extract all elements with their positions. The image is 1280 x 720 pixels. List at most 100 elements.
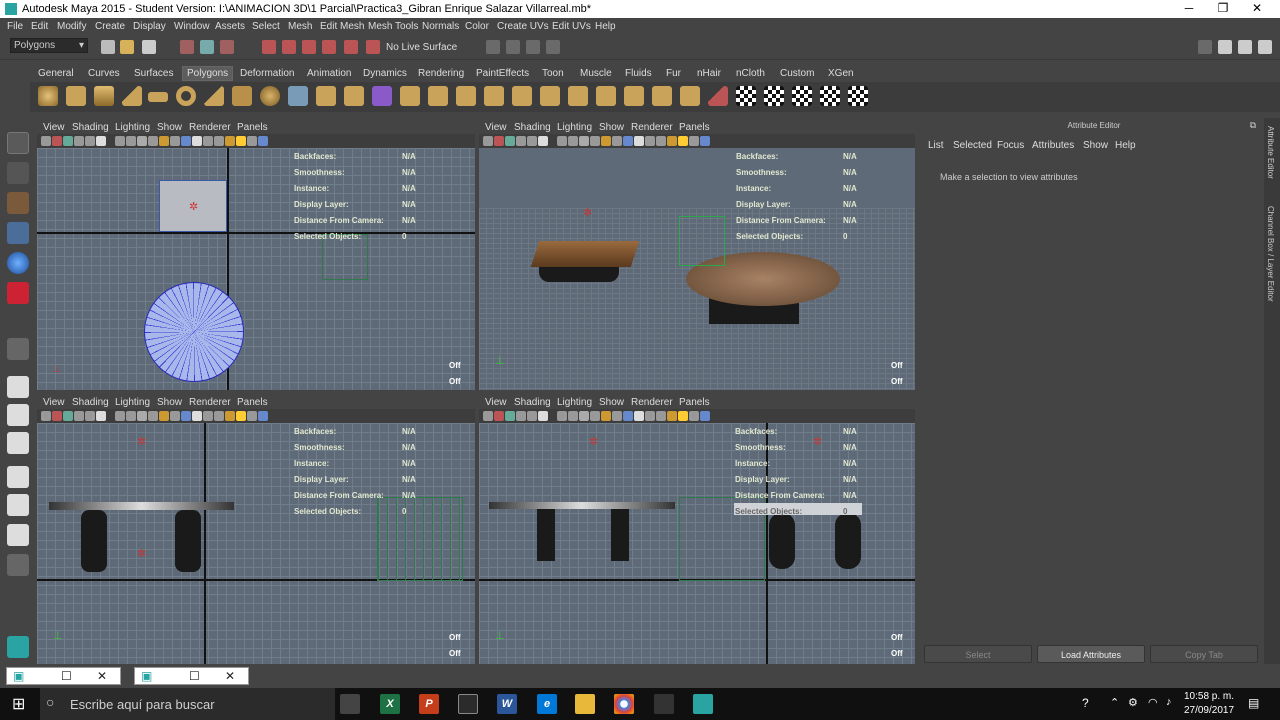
float-panel-icon[interactable]: ⧉ xyxy=(1250,120,1256,131)
menu-assets[interactable]: Assets xyxy=(215,21,245,32)
menu-display[interactable]: Display xyxy=(133,21,166,32)
ipr-render-icon[interactable] xyxy=(526,40,540,54)
viewport-tool-icon[interactable] xyxy=(516,411,526,421)
viewport-tool-icon[interactable] xyxy=(126,411,136,421)
viewport-tool-icon[interactable] xyxy=(63,411,73,421)
viewport-tool-icon[interactable] xyxy=(612,136,622,146)
round-table-leg-right[interactable] xyxy=(835,513,861,569)
bevel-icon[interactable] xyxy=(624,86,644,106)
viewport-tool-icon[interactable] xyxy=(527,136,537,146)
channel-box-toggle-icon[interactable] xyxy=(1258,40,1272,54)
viewport-tool-icon[interactable] xyxy=(623,411,633,421)
poly-soccer-ball-icon[interactable] xyxy=(260,86,280,106)
ae-menu-focus[interactable]: Focus xyxy=(997,140,1024,151)
poly-cone-icon[interactable] xyxy=(122,86,142,106)
layout-list-icon[interactable] xyxy=(7,554,29,576)
volume-icon[interactable]: ♪ xyxy=(1166,696,1172,708)
shelf-tab-curves[interactable]: Curves xyxy=(88,68,120,79)
viewport-tool-icon[interactable] xyxy=(538,411,548,421)
shelf-tab-dynamics[interactable]: Dynamics xyxy=(363,68,407,79)
viewport-tool-icon[interactable] xyxy=(527,411,537,421)
vp-menu-lighting[interactable]: Lighting xyxy=(115,397,150,408)
paint-select-tool-icon[interactable] xyxy=(7,192,29,214)
poly-cube-icon[interactable] xyxy=(66,86,86,106)
viewport-tool-icon[interactable] xyxy=(494,136,504,146)
render-view-icon[interactable] xyxy=(486,40,500,54)
render-current-icon[interactable] xyxy=(506,40,520,54)
viewport-tool-icon[interactable] xyxy=(137,411,147,421)
vp-menu-panels[interactable]: Panels xyxy=(679,397,710,408)
menu-set-selector[interactable]: Polygons ▾ xyxy=(10,38,88,53)
mirror-geometry-icon[interactable] xyxy=(484,86,504,106)
viewport-tool-icon[interactable] xyxy=(601,136,611,146)
viewport-tool-icon[interactable] xyxy=(52,136,62,146)
last-tool-icon[interactable] xyxy=(7,338,29,360)
shelf-tab-animation[interactable]: Animation xyxy=(307,68,351,79)
viewport-tool-icon[interactable] xyxy=(612,411,622,421)
viewport-tool-icon[interactable] xyxy=(601,411,611,421)
menu-mesh[interactable]: Mesh xyxy=(288,21,312,32)
shelf-tab-nhair[interactable]: nHair xyxy=(697,68,721,79)
viewport-tool-icon[interactable] xyxy=(41,136,51,146)
viewport-tool-icon[interactable] xyxy=(247,136,257,146)
viewport-tool-icon[interactable] xyxy=(505,411,515,421)
tray-chevron-icon[interactable]: ⌃ xyxy=(1110,696,1119,709)
extrude-icon[interactable] xyxy=(512,86,532,106)
viewport-tool-icon[interactable] xyxy=(689,136,699,146)
viewport-tool-icon[interactable] xyxy=(700,136,710,146)
automatic-uv-icon[interactable] xyxy=(820,86,840,106)
maya-taskbar-icon[interactable] xyxy=(693,694,713,714)
shelf-tab-surfaces[interactable]: Surfaces xyxy=(134,68,173,79)
tab-channel-box[interactable]: Channel Box / Layer Editor xyxy=(1266,206,1275,302)
viewport-tool-icon[interactable] xyxy=(579,136,589,146)
table-leg-left[interactable] xyxy=(81,510,107,572)
menu-file[interactable]: File xyxy=(7,21,23,32)
ae-menu-help[interactable]: Help xyxy=(1115,140,1136,151)
vp-menu-shading[interactable]: Shading xyxy=(72,122,109,133)
scale-tool-icon[interactable] xyxy=(7,282,29,304)
extract-icon[interactable] xyxy=(344,86,364,106)
viewport-front[interactable]: View Shading Lighting Show Renderer Pane… xyxy=(37,395,475,664)
outliner-layout-icon[interactable] xyxy=(7,432,29,454)
vp-menu-renderer[interactable]: Renderer xyxy=(631,122,673,133)
viewport-tool-icon[interactable] xyxy=(667,136,677,146)
vp-menu-panels[interactable]: Panels xyxy=(679,122,710,133)
viewport-tool-icon[interactable] xyxy=(483,411,493,421)
viewport-tool-icon[interactable] xyxy=(247,411,257,421)
viewport-tool-icon[interactable] xyxy=(214,136,224,146)
viewport-tool-icon[interactable] xyxy=(678,411,688,421)
square-table-top[interactable] xyxy=(530,241,640,267)
menu-edit[interactable]: Edit xyxy=(31,21,48,32)
vp-menu-shading[interactable]: Shading xyxy=(514,122,551,133)
minimized-window-2[interactable]: ▣ ☐ ✕ xyxy=(134,667,249,685)
unity-icon[interactable] xyxy=(654,694,674,714)
table-top-mesh[interactable] xyxy=(144,282,244,382)
viewport-tool-icon[interactable] xyxy=(159,136,169,146)
modeling-toolkit-icon[interactable] xyxy=(1198,40,1212,54)
viewport-tool-icon[interactable] xyxy=(63,136,73,146)
viewport-tool-icon[interactable] xyxy=(115,411,125,421)
viewport-tool-icon[interactable] xyxy=(483,136,493,146)
viewport-tool-icon[interactable] xyxy=(96,136,106,146)
vp-menu-show[interactable]: Show xyxy=(157,397,182,408)
vp-menu-show[interactable]: Show xyxy=(599,397,624,408)
multi-cut-icon[interactable] xyxy=(680,86,700,106)
viewport-tool-icon[interactable] xyxy=(192,136,202,146)
viewport-tool-icon[interactable] xyxy=(181,136,191,146)
snap-curve-icon[interactable] xyxy=(282,40,296,54)
viewport-tool-icon[interactable] xyxy=(557,411,567,421)
restore-icon[interactable]: ☐ xyxy=(189,669,200,683)
poly-sphere-icon[interactable] xyxy=(38,86,58,106)
viewport-tool-icon[interactable] xyxy=(579,411,589,421)
table-leg-right[interactable] xyxy=(175,510,201,572)
viewport-tool-icon[interactable] xyxy=(590,136,600,146)
vp-menu-panels[interactable]: Panels xyxy=(237,122,268,133)
table-top-side[interactable] xyxy=(489,502,675,509)
viewport-tool-icon[interactable] xyxy=(623,136,633,146)
ae-menu-list[interactable]: List xyxy=(928,140,944,151)
wifi-icon[interactable]: ◠ xyxy=(1148,696,1158,709)
viewport-tool-icon[interactable] xyxy=(236,411,246,421)
table-leg-left[interactable] xyxy=(537,509,555,561)
shelf-tab-rendering[interactable]: Rendering xyxy=(418,68,464,79)
poly-plane-icon[interactable] xyxy=(148,92,168,102)
